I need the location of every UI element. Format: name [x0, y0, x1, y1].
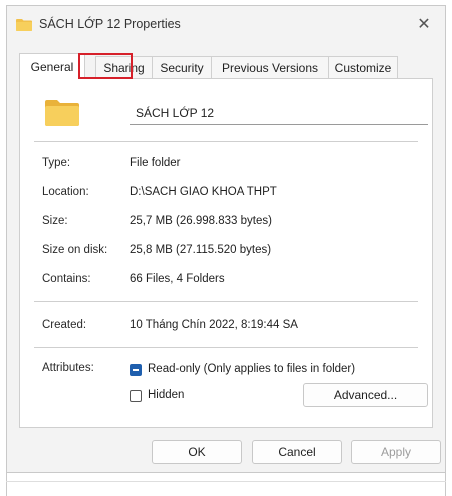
tab-sharing[interactable]: Sharing	[95, 56, 153, 78]
attributes-label: Attributes:	[42, 362, 94, 374]
contains-label: Contains:	[42, 273, 91, 285]
tab-security[interactable]: Security	[152, 56, 212, 78]
folder-icon	[16, 18, 32, 31]
tab-customize[interactable]: Customize	[328, 56, 398, 78]
tab-strip: Sharing Security Previous Versions Custo…	[19, 53, 433, 79]
tab-general[interactable]: General	[19, 53, 85, 79]
divider	[6, 481, 446, 482]
size-on-disk-label: Size on disk:	[42, 244, 108, 256]
type-value: File folder	[130, 157, 181, 169]
cancel-button[interactable]: Cancel	[252, 440, 342, 464]
size-label: Size:	[42, 215, 68, 227]
tab-previous-versions[interactable]: Previous Versions	[211, 56, 329, 78]
contains-value: 66 Files, 4 Folders	[130, 273, 225, 285]
created-label: Created:	[42, 319, 87, 331]
general-panel: Type: File folder Location: D:\SACH GIAO…	[19, 78, 433, 428]
apply-button[interactable]: Apply	[351, 440, 441, 464]
hidden-checkbox[interactable]	[130, 390, 142, 402]
folder-name-input[interactable]	[130, 101, 428, 125]
properties-window: SÁCH LỚP 12 Properties ✕ Sharing Securit…	[6, 5, 446, 473]
close-icon: ✕	[417, 16, 431, 33]
size-value: 25,7 MB (26.998.833 bytes)	[130, 215, 272, 227]
window-title: SÁCH LỚP 12 Properties	[39, 17, 181, 31]
readonly-checkbox[interactable]	[130, 364, 142, 376]
type-label: Type:	[42, 157, 71, 169]
ok-button[interactable]: OK	[152, 440, 242, 464]
size-on-disk-value: 25,8 MB (27.115.520 bytes)	[130, 244, 272, 256]
background-window-edge	[6, 473, 446, 496]
hidden-label[interactable]: Hidden	[148, 389, 184, 401]
close-button[interactable]: ✕	[411, 12, 437, 36]
location-value: D:\SACH GIAO KHOA THPT	[130, 186, 277, 198]
location-label: Location:	[42, 186, 89, 198]
readonly-label[interactable]: Read-only (Only applies to files in fold…	[148, 363, 355, 375]
divider	[34, 347, 418, 348]
divider	[34, 141, 418, 142]
created-value: 10 Tháng Chín 2022, 8:19:44 SA	[130, 319, 298, 331]
advanced-button[interactable]: Advanced...	[303, 383, 428, 407]
title-bar[interactable]: SÁCH LỚP 12 Properties ✕	[7, 6, 445, 42]
folder-icon	[45, 100, 79, 126]
divider	[34, 301, 418, 302]
